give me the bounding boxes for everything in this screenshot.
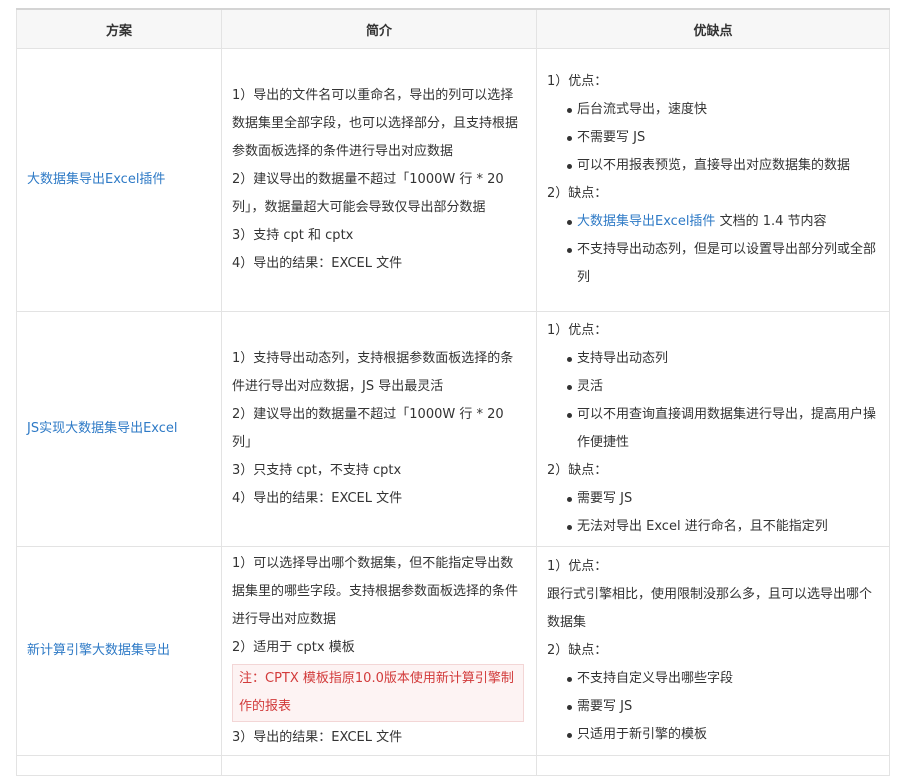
list-item: 不支持导出动态列，但是可以设置导出部分列或全部列 — [567, 236, 877, 292]
doc-link[interactable]: 大数据集导出Excel插件 — [577, 214, 715, 229]
list-item: 不支持自定义导出哪些字段 — [567, 665, 877, 693]
scheme-link-new-engine[interactable]: 新计算引擎大数据集导出 — [27, 643, 170, 658]
cons-list: 不支持自定义导出哪些字段 需要写 JS 只适用于新引擎的模板 — [547, 665, 877, 749]
doc-link-suffix: 文档的 1.4 节内容 — [715, 214, 827, 229]
pros-cons-cell: 1）优点： 支持导出动态列 灵活 可以不用查询直接调用数据集进行导出，提高用户操… — [536, 311, 890, 547]
scheme-cell: 新计算引擎大数据集导出 — [16, 546, 222, 756]
scheme-cell — [16, 755, 222, 776]
list-item: 无法对导出 Excel 进行命名，且不能指定列 — [567, 513, 877, 541]
header-scheme: 方案 — [16, 8, 222, 49]
table-row: 大数据集导出Excel插件 1）导出的文件名可以重命名，导出的列可以选择数据集里… — [16, 48, 890, 312]
intro-cell: 1）可以选择导出哪个数据集，但不能指定导出数据集里的哪些字段。支持根据参数面板选… — [221, 546, 537, 756]
scheme-link-js-export[interactable]: JS实现大数据集导出Excel — [27, 421, 178, 436]
scheme-cell: JS实现大数据集导出Excel — [16, 311, 222, 547]
intro-line: 1）可以选择导出哪个数据集，但不能指定导出数据集里的哪些字段。支持根据参数面板选… — [232, 556, 519, 627]
list-item: 需要写 JS — [567, 693, 877, 721]
list-item: 灵活 — [567, 373, 877, 401]
list-item: 不需要写 JS — [567, 124, 877, 152]
pros-title: 1）优点： — [547, 74, 608, 89]
list-item: 只适用于新引擎的模板 — [567, 721, 877, 749]
note-callout: 注：CPTX 模板指原10.0版本使用新计算引擎制作的报表 — [232, 664, 524, 722]
intro-cell: 1）导出的文件名可以重命名，导出的列可以选择数据集里全部字段，也可以选择部分，且… — [221, 48, 537, 312]
pros-title: 1）优点： — [547, 559, 608, 574]
scheme-link-excel-plugin[interactable]: 大数据集导出Excel插件 — [27, 172, 165, 187]
cons-title: 2）缺点： — [547, 463, 608, 478]
pros-list: 后台流式导出，速度快 不需要写 JS 可以不用报表预览，直接导出对应数据集的数据 — [547, 96, 877, 180]
list-item: 大数据集导出Excel插件 文档的 1.4 节内容 — [567, 208, 877, 236]
pros-cons-cell: 1）优点： 后台流式导出，速度快 不需要写 JS 可以不用报表预览，直接导出对应… — [536, 48, 890, 312]
intro-line: 2）建议导出的数据量不超过「1000W 行 * 20 列」，数据量超大可能会导致… — [232, 172, 504, 215]
pros-list: 支持导出动态列 灵活 可以不用查询直接调用数据集进行导出，提高用户操作便捷性 — [547, 345, 877, 457]
pros-text: 跟行式引擎相比，使用限制没那么多，且可以选导出哪个数据集 — [547, 587, 873, 630]
list-item: 后台流式导出，速度快 — [567, 96, 877, 124]
cons-title: 2）缺点： — [547, 643, 608, 658]
table-header-row: 方案 简介 优缺点 — [16, 8, 890, 49]
intro-line: 2）适用于 cptx 模板 — [232, 640, 355, 655]
comparison-table: 方案 简介 优缺点 大数据集导出Excel插件 1）导出的文件名可以重命名，导出… — [16, 8, 890, 776]
intro-line: 1）支持导出动态列，支持根据参数面板选择的条件进行导出对应数据，JS 导出最灵活 — [232, 351, 514, 394]
list-item: 可以不用报表预览，直接导出对应数据集的数据 — [567, 152, 877, 180]
table-row — [16, 755, 890, 776]
pros-title: 1）优点： — [547, 323, 608, 338]
intro-cell — [221, 755, 537, 776]
table-row: 新计算引擎大数据集导出 1）可以选择导出哪个数据集，但不能指定导出数据集里的哪些… — [16, 546, 890, 756]
pros-cons-cell — [536, 755, 890, 776]
cons-list: 大数据集导出Excel插件 文档的 1.4 节内容 不支持导出动态列，但是可以设… — [547, 208, 877, 292]
intro-line: 3）支持 cpt 和 cptx — [232, 228, 354, 243]
intro-cell: 1）支持导出动态列，支持根据参数面板选择的条件进行导出对应数据，JS 导出最灵活… — [221, 311, 537, 547]
header-pros-cons: 优缺点 — [536, 8, 890, 49]
intro-line: 4）导出的结果：EXCEL 文件 — [232, 256, 403, 271]
scheme-cell: 大数据集导出Excel插件 — [16, 48, 222, 312]
intro-line: 3）只支持 cpt，不支持 cptx — [232, 463, 402, 478]
intro-line: 1）导出的文件名可以重命名，导出的列可以选择数据集里全部字段，也可以选择部分，且… — [232, 88, 519, 159]
header-intro: 简介 — [221, 8, 537, 49]
list-item: 需要写 JS — [567, 485, 877, 513]
pros-cons-cell: 1）优点： 跟行式引擎相比，使用限制没那么多，且可以选导出哪个数据集 2）缺点：… — [536, 546, 890, 756]
table-row: JS实现大数据集导出Excel 1）支持导出动态列，支持根据参数面板选择的条件进… — [16, 311, 890, 547]
list-item: 支持导出动态列 — [567, 345, 877, 373]
intro-line: 4）导出的结果：EXCEL 文件 — [232, 491, 403, 506]
cons-list: 需要写 JS 无法对导出 Excel 进行命名，且不能指定列 — [547, 485, 877, 541]
cons-title: 2）缺点： — [547, 186, 608, 201]
intro-line: 2）建议导出的数据量不超过「1000W 行 * 20 列」 — [232, 407, 504, 450]
list-item: 可以不用查询直接调用数据集进行导出，提高用户操作便捷性 — [567, 401, 877, 457]
intro-line: 3）导出的结果：EXCEL 文件 — [232, 730, 403, 745]
